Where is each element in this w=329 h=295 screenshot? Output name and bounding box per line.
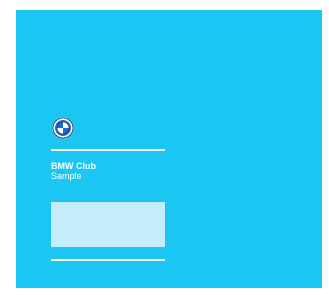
- preview-box: [51, 202, 165, 247]
- card-subtitle: Sample: [51, 171, 82, 181]
- card-title: BMW Club: [51, 161, 96, 171]
- bottom-divider: [51, 259, 165, 261]
- club-card: BMW Club Sample: [16, 10, 322, 288]
- bmw-roundel-icon: [52, 117, 74, 139]
- top-divider: [51, 149, 165, 151]
